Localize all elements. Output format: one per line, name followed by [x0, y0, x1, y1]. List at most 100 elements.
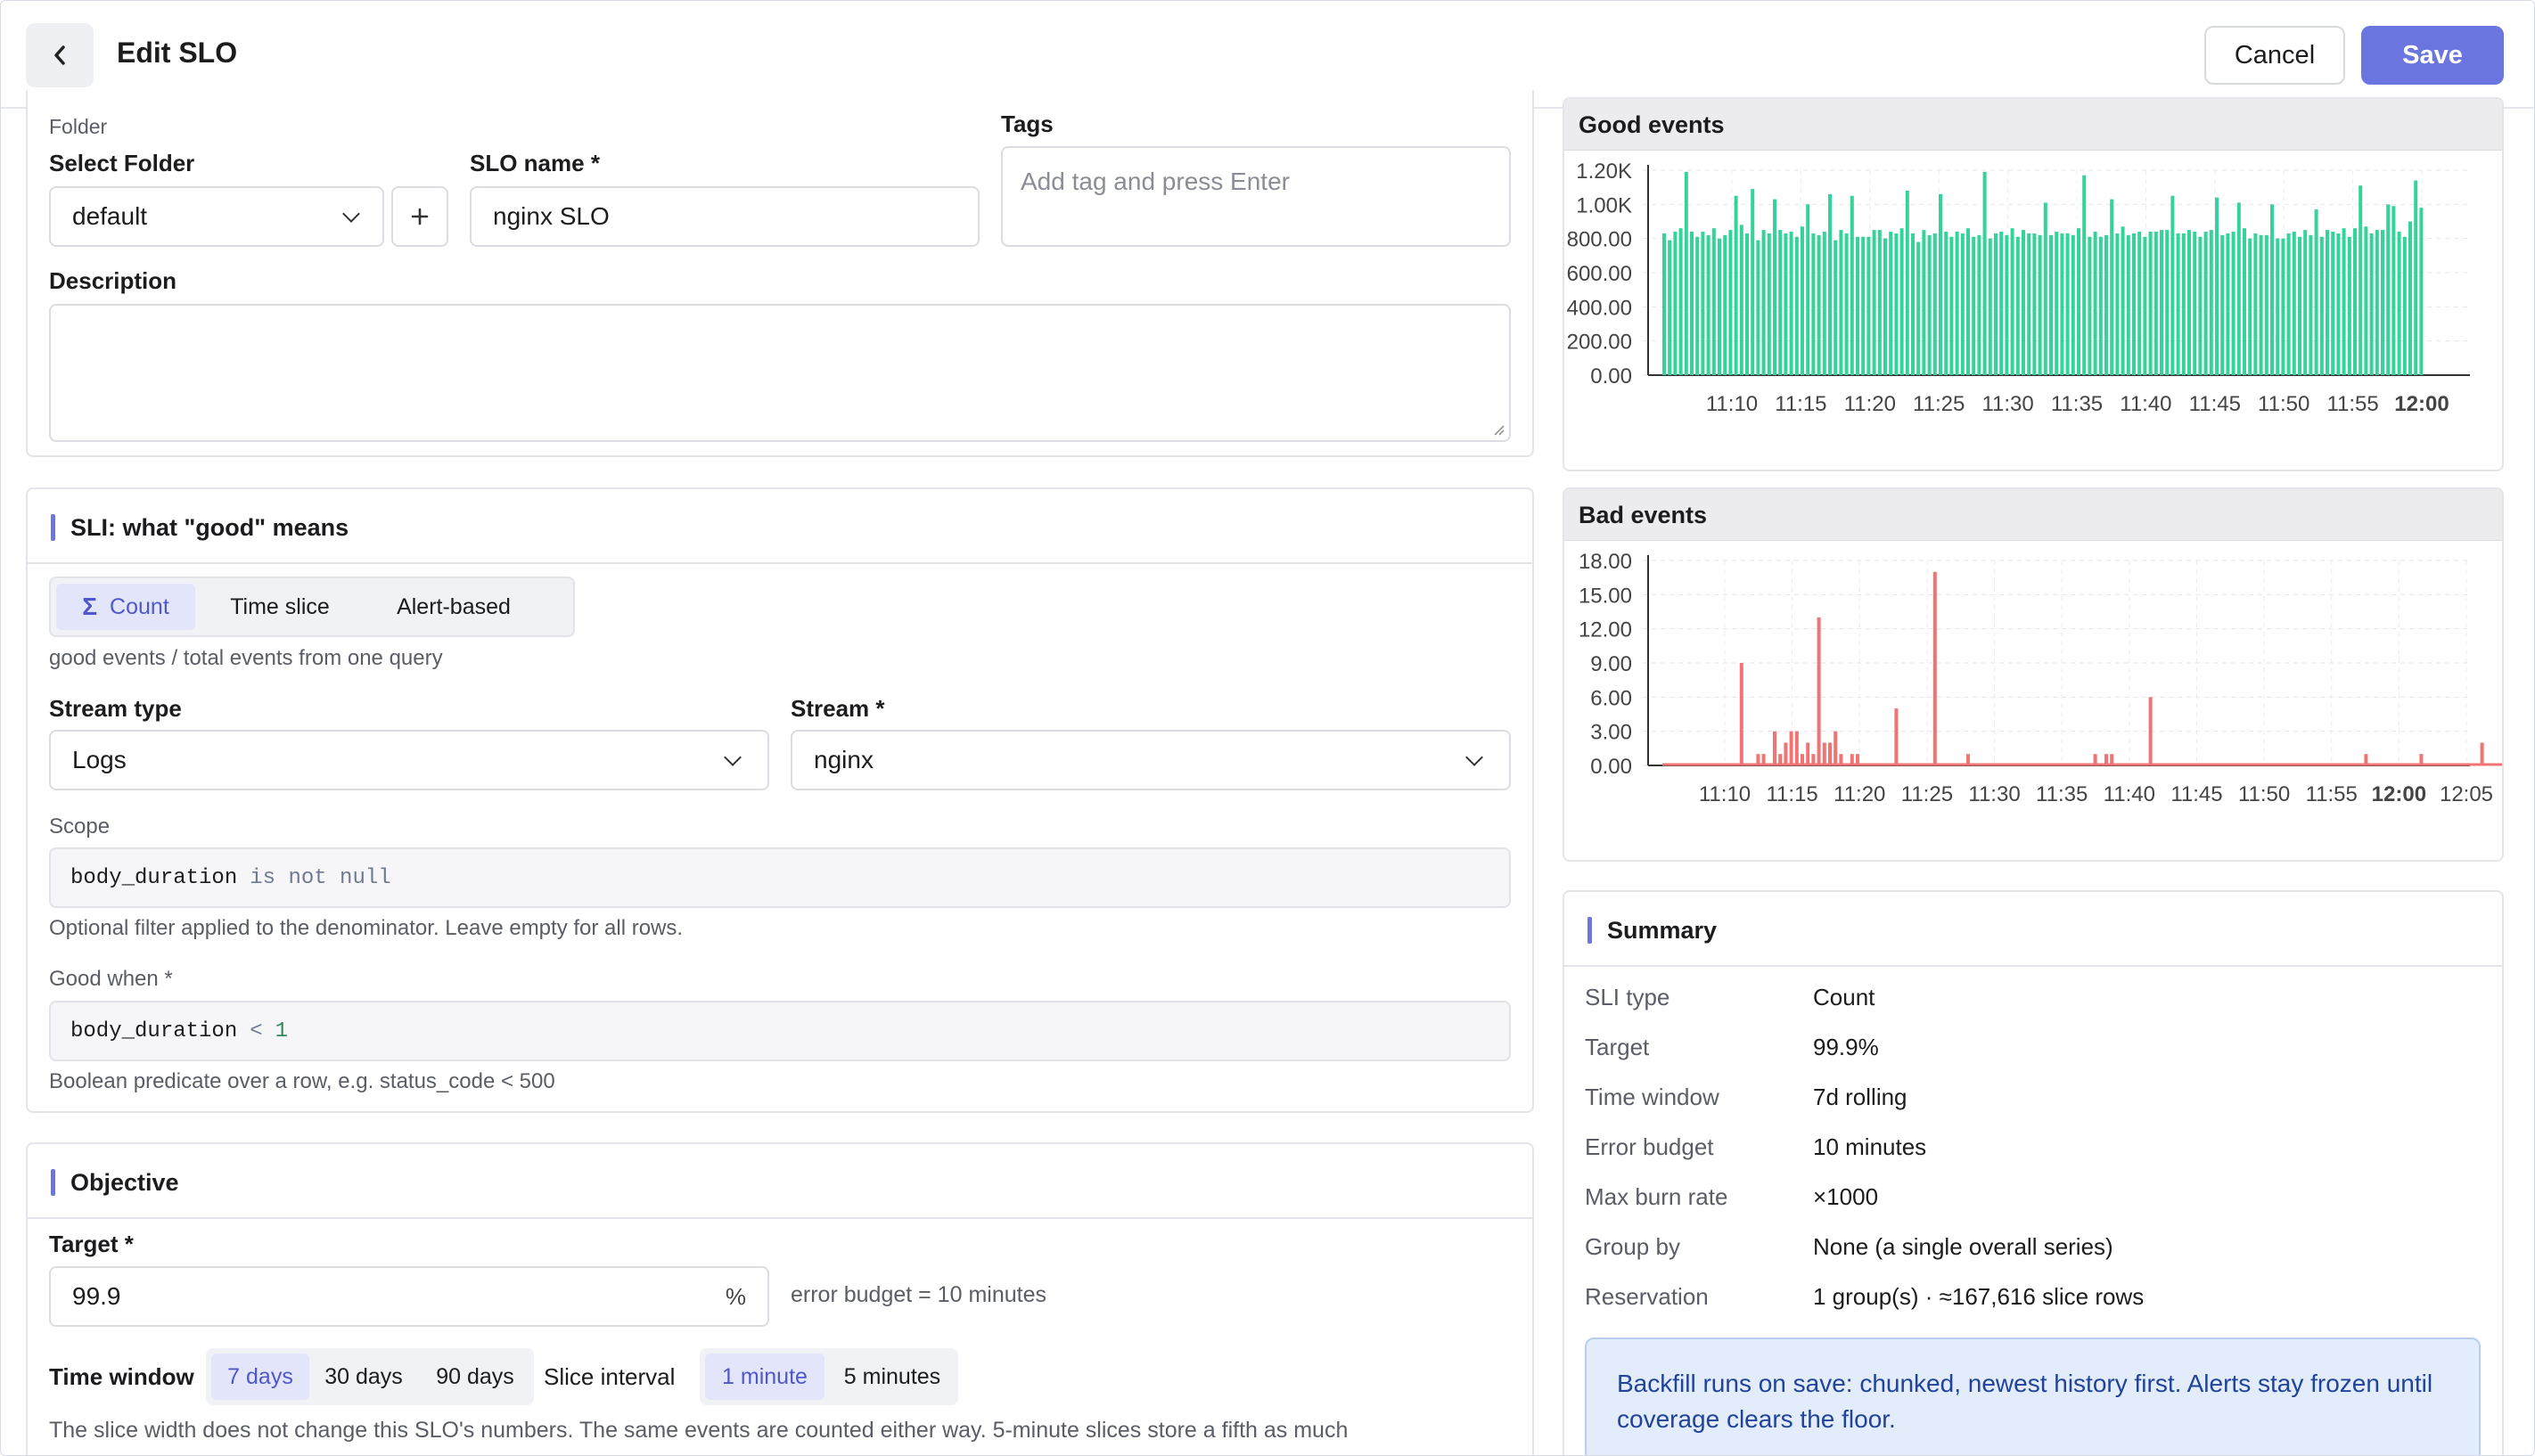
tab-count-label: Count [110, 593, 169, 619]
bar [1883, 238, 1887, 375]
bar [2077, 228, 2080, 375]
bar [1728, 230, 1733, 375]
bar [1972, 236, 1976, 375]
bar [2143, 236, 2147, 375]
bar [1982, 171, 1987, 375]
bad-events-chart-panel: Bad events 18.00 15.00 12.00 9.00 6.00 3.00 0.… [1563, 487, 2504, 862]
y-tick-label: 3.00 [1590, 721, 1632, 745]
slice-5-minutes[interactable]: 5 minutes [830, 1354, 955, 1400]
target-value: 99.9 [72, 1282, 121, 1310]
bar [2375, 230, 2379, 375]
bar [2381, 230, 2384, 375]
slice-interval-label: Slice interval [544, 1363, 676, 1390]
description-textarea[interactable] [49, 304, 1511, 442]
summary-key: Target [1585, 1034, 1650, 1060]
back-button[interactable] [26, 23, 94, 87]
bar [2397, 232, 2401, 375]
bar [1684, 171, 1688, 375]
bar [1794, 236, 1799, 375]
bar [1701, 232, 1705, 375]
slo-name-input[interactable]: nginx SLO [470, 186, 980, 247]
good-when-text: Good when * [49, 967, 173, 991]
resize-handle-icon[interactable] [1491, 422, 1505, 437]
bar [2198, 236, 2203, 375]
bar [1673, 232, 1678, 375]
bar [2154, 232, 2158, 375]
good-when-input[interactable]: body_duration < 1 [49, 1001, 1511, 1061]
bar [1761, 230, 1766, 375]
bar [1811, 233, 1816, 375]
tags-input[interactable]: Add tag and press Enter [1001, 146, 1511, 247]
bar [1784, 742, 1788, 765]
bar [1939, 193, 1942, 375]
chevron-left-icon [54, 45, 65, 65]
chevron-down-icon [342, 205, 360, 223]
tab-time-slice[interactable]: Time slice [204, 584, 356, 630]
bar [1927, 234, 1932, 375]
bar [1944, 232, 1948, 375]
time-window-90-days[interactable]: 90 days [420, 1354, 530, 1400]
bar [2364, 226, 2368, 375]
bar [2165, 230, 2170, 375]
add-folder-button[interactable] [391, 186, 448, 247]
bar [2110, 199, 2114, 375]
bar [2022, 230, 2025, 375]
summary-key: Time window [1585, 1084, 1719, 1110]
y-tick-label: 200.00 [1567, 331, 1632, 355]
bar [2336, 233, 2341, 375]
slice-interval-options: 1 minute 5 minutes [700, 1348, 958, 1405]
bar [2270, 204, 2274, 375]
bar [1711, 228, 1716, 375]
tab-count[interactable]: Σ Count [56, 584, 195, 630]
bar [1745, 233, 1749, 375]
x-tick-label: 11:25 [1913, 392, 1965, 416]
bar [1955, 232, 1959, 375]
bar [1806, 742, 1810, 765]
x-tick-label: 11:45 [2189, 392, 2241, 416]
summary-row: Reservation 1 group(s) · ≈167,616 slice r… [1585, 1283, 2476, 1319]
backfill-note: Backfill runs on save: chunked, newest h… [1585, 1337, 2481, 1455]
save-button[interactable]: Save [2361, 26, 2504, 85]
bar [1877, 230, 1882, 375]
scope-input[interactable]: body_duration is not null [49, 847, 1511, 908]
bar [1894, 233, 1899, 375]
stream-type-label: Stream type [49, 695, 182, 722]
time-window-30-days[interactable]: 30 days [315, 1354, 413, 1400]
folder-select[interactable]: default [49, 186, 384, 247]
summary-row: Group by None (a single overall series) [1585, 1233, 2476, 1269]
bar [1678, 228, 1683, 375]
bar [1866, 236, 1871, 375]
x-tick-label: 11:45 [2170, 782, 2222, 806]
page-title: Edit SLO [117, 37, 238, 69]
good-operator: < [250, 1018, 263, 1043]
time-window-7-days[interactable]: 7 days [211, 1354, 309, 1400]
good-when-label: Good when * [49, 967, 173, 992]
bar [2055, 232, 2059, 375]
bar [1739, 225, 1743, 375]
bar [1889, 232, 1893, 375]
bar [1789, 731, 1793, 765]
cancel-button[interactable]: Cancel [2204, 26, 2345, 85]
time-window-options: 7 days 30 days 90 days [206, 1348, 534, 1405]
bar [2043, 202, 2047, 375]
tab-alert-based[interactable]: Alert-based [365, 584, 543, 630]
target-input[interactable]: 99.9 % [49, 1266, 769, 1327]
bar [2203, 232, 2208, 375]
stream-select[interactable]: nginx [791, 730, 1511, 790]
summary-key: Group by [1585, 1233, 1680, 1260]
bar [2027, 233, 2031, 375]
bar [2259, 234, 2263, 375]
summary-key: SLI type [1585, 984, 1670, 1010]
stream-type-select[interactable]: Logs [49, 730, 769, 790]
bar [2160, 230, 2163, 375]
bar [2226, 233, 2230, 375]
bar [2065, 233, 2070, 375]
bar [2309, 234, 2313, 375]
slice-1-minute[interactable]: 1 minute [705, 1354, 824, 1400]
bar [1834, 240, 1838, 375]
bar [1828, 742, 1832, 765]
bar [2187, 230, 2191, 375]
bar [2060, 233, 2064, 375]
good-when-hint: Boolean predicate over a row, e.g. statu… [49, 1069, 555, 1093]
x-tick-label: 11:55 [2326, 392, 2378, 416]
